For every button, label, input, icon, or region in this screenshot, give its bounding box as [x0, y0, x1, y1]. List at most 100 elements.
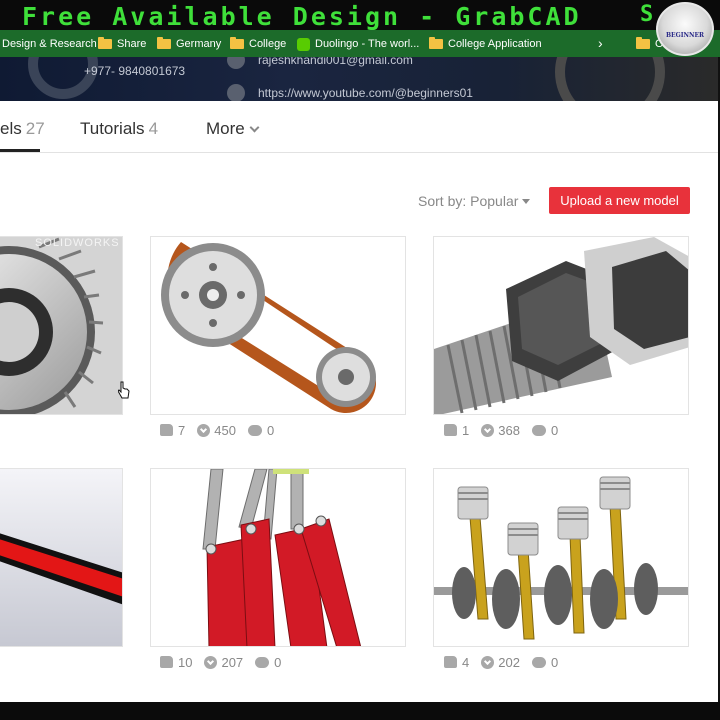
comment-icon	[531, 656, 546, 668]
tab-label: els	[0, 119, 22, 138]
likes-count: 7	[178, 422, 186, 438]
model-card-bolt-nut[interactable]	[433, 236, 689, 415]
likes-stat[interactable]: 10	[160, 655, 192, 670]
downloads-stat: 202	[481, 655, 520, 670]
folder-icon	[230, 37, 244, 49]
comments-count: 0	[550, 422, 559, 438]
folder-icon	[157, 37, 171, 49]
folder-icon	[429, 37, 443, 49]
bookmark-share[interactable]: Share	[98, 36, 146, 52]
card-stats: 4 202 0	[444, 653, 570, 671]
bookmark-design-research[interactable]: Design & Research	[2, 36, 97, 52]
comments-stat[interactable]: 0	[247, 422, 275, 438]
banner-decoration	[555, 57, 665, 101]
downloads-count: 207	[221, 654, 244, 670]
model-card-red-stripe[interactable]	[0, 468, 123, 647]
mouse-cursor-icon	[118, 381, 130, 399]
bookmark-label: Design & Research	[2, 38, 97, 50]
comment-icon	[247, 424, 262, 436]
caret-down-icon	[522, 199, 531, 204]
profile-email: rajeshkhandi001@gmail.com	[258, 57, 413, 67]
linkage-thumbnail	[151, 469, 405, 646]
tab-models[interactable]: els 27	[0, 119, 45, 139]
folder-icon	[98, 37, 112, 49]
video-caption-banner: Free Available Design - GrabCAD S	[0, 0, 720, 30]
downloads-count: 450	[214, 422, 236, 438]
bookmark-college[interactable]: College	[230, 36, 286, 52]
downloads-count: 202	[498, 654, 520, 670]
likes-count: 4	[462, 654, 470, 670]
channel-avatar: BEGINNER	[656, 2, 714, 56]
gear-thumbnail	[0, 237, 122, 414]
sort-label: Sort by: Popular	[418, 193, 519, 209]
comments-count: 0	[274, 654, 282, 670]
avatar-text: BEGINNER	[665, 32, 705, 39]
bottom-bar	[0, 702, 720, 720]
bookmark-college-application[interactable]: College Application	[429, 36, 542, 52]
caption-tail: S	[640, 2, 654, 27]
caption-text: Free Available Design - GrabCAD	[22, 2, 582, 30]
crankshaft-thumbnail	[434, 469, 688, 646]
tab-label: Tutorials	[80, 119, 145, 138]
comments-stat[interactable]: 0	[531, 422, 559, 438]
thumbs-up-icon	[160, 656, 173, 668]
profile-tabs: els 27 Tutorials 4 More	[0, 101, 718, 153]
bookmark-label: College	[249, 38, 287, 50]
downloads-stat: 450	[197, 423, 236, 438]
profile-youtube-link[interactable]: https://www.youtube.com/@beginners01	[258, 86, 473, 100]
downloads-stat: 207	[204, 655, 243, 670]
thumbs-up-icon	[160, 424, 173, 436]
sort-dropdown[interactable]: Sort by: Popular	[418, 193, 531, 209]
thumbs-up-icon	[444, 656, 457, 668]
bookmark-label: Germany	[176, 38, 222, 50]
bolt-nut-thumbnail	[434, 237, 688, 414]
tab-label: More	[206, 119, 245, 138]
tab-count: 4	[148, 119, 159, 138]
bookmark-label: College Application	[448, 38, 542, 50]
bookmark-label: Duolingo - The worl...	[315, 38, 420, 50]
comments-count: 0	[550, 654, 559, 670]
comments-stat[interactable]: 0	[255, 655, 281, 670]
folder-icon	[636, 37, 650, 49]
tab-count: 27	[25, 119, 45, 138]
card-stats: 7 450 0	[160, 421, 286, 439]
model-card-linkage[interactable]	[150, 468, 406, 647]
chevron-down-icon	[249, 122, 260, 133]
tab-more[interactable]: More	[206, 119, 260, 139]
downloads-stat: 368	[481, 423, 520, 438]
comment-icon	[255, 656, 270, 668]
model-card-gear[interactable]: SOLIDWORKS	[0, 236, 123, 415]
screen: { "caption": { "text": "Free Available D…	[0, 0, 720, 720]
likes-stat[interactable]: 1	[444, 423, 469, 438]
likes-count: 1	[462, 422, 470, 438]
download-icon	[204, 655, 218, 669]
model-card-crankshaft[interactable]	[433, 468, 689, 647]
download-icon	[481, 655, 495, 669]
comments-stat[interactable]: 0	[531, 654, 559, 670]
chevron-right-icon[interactable]: ›	[598, 35, 603, 51]
tab-tutorials[interactable]: Tutorials 4	[80, 119, 158, 139]
download-icon	[481, 423, 495, 437]
watermark-text: SOLIDWORKS	[35, 237, 120, 249]
comments-count: 0	[266, 422, 275, 438]
belt-pulley-thumbnail	[151, 237, 405, 414]
profile-banner: +977- 9840801673 rajeshkhandi001@gmail.c…	[0, 57, 718, 101]
likes-stat[interactable]: 7	[160, 423, 185, 438]
downloads-count: 368	[498, 422, 520, 438]
download-icon	[197, 423, 211, 437]
model-card-belt-pulley[interactable]	[150, 236, 406, 415]
red-stripe-thumbnail	[0, 469, 122, 646]
globe-icon	[227, 84, 245, 101]
bookmarks-bar: Design & Research Share Germany College …	[0, 30, 720, 57]
email-icon	[227, 57, 245, 69]
likes-stat[interactable]: 4	[444, 655, 469, 670]
bookmark-label: Share	[117, 38, 147, 50]
bookmark-duolingo[interactable]: Duolingo - The worl...	[297, 36, 419, 52]
profile-phone: +977- 9840801673	[84, 64, 186, 78]
upload-model-button[interactable]: Upload a new model	[549, 187, 690, 214]
active-tab-indicator	[0, 149, 40, 152]
card-stats: 10 207 0	[160, 653, 293, 671]
likes-count: 10	[178, 654, 193, 670]
bookmark-germany[interactable]: Germany	[157, 36, 221, 52]
comment-icon	[531, 424, 546, 436]
